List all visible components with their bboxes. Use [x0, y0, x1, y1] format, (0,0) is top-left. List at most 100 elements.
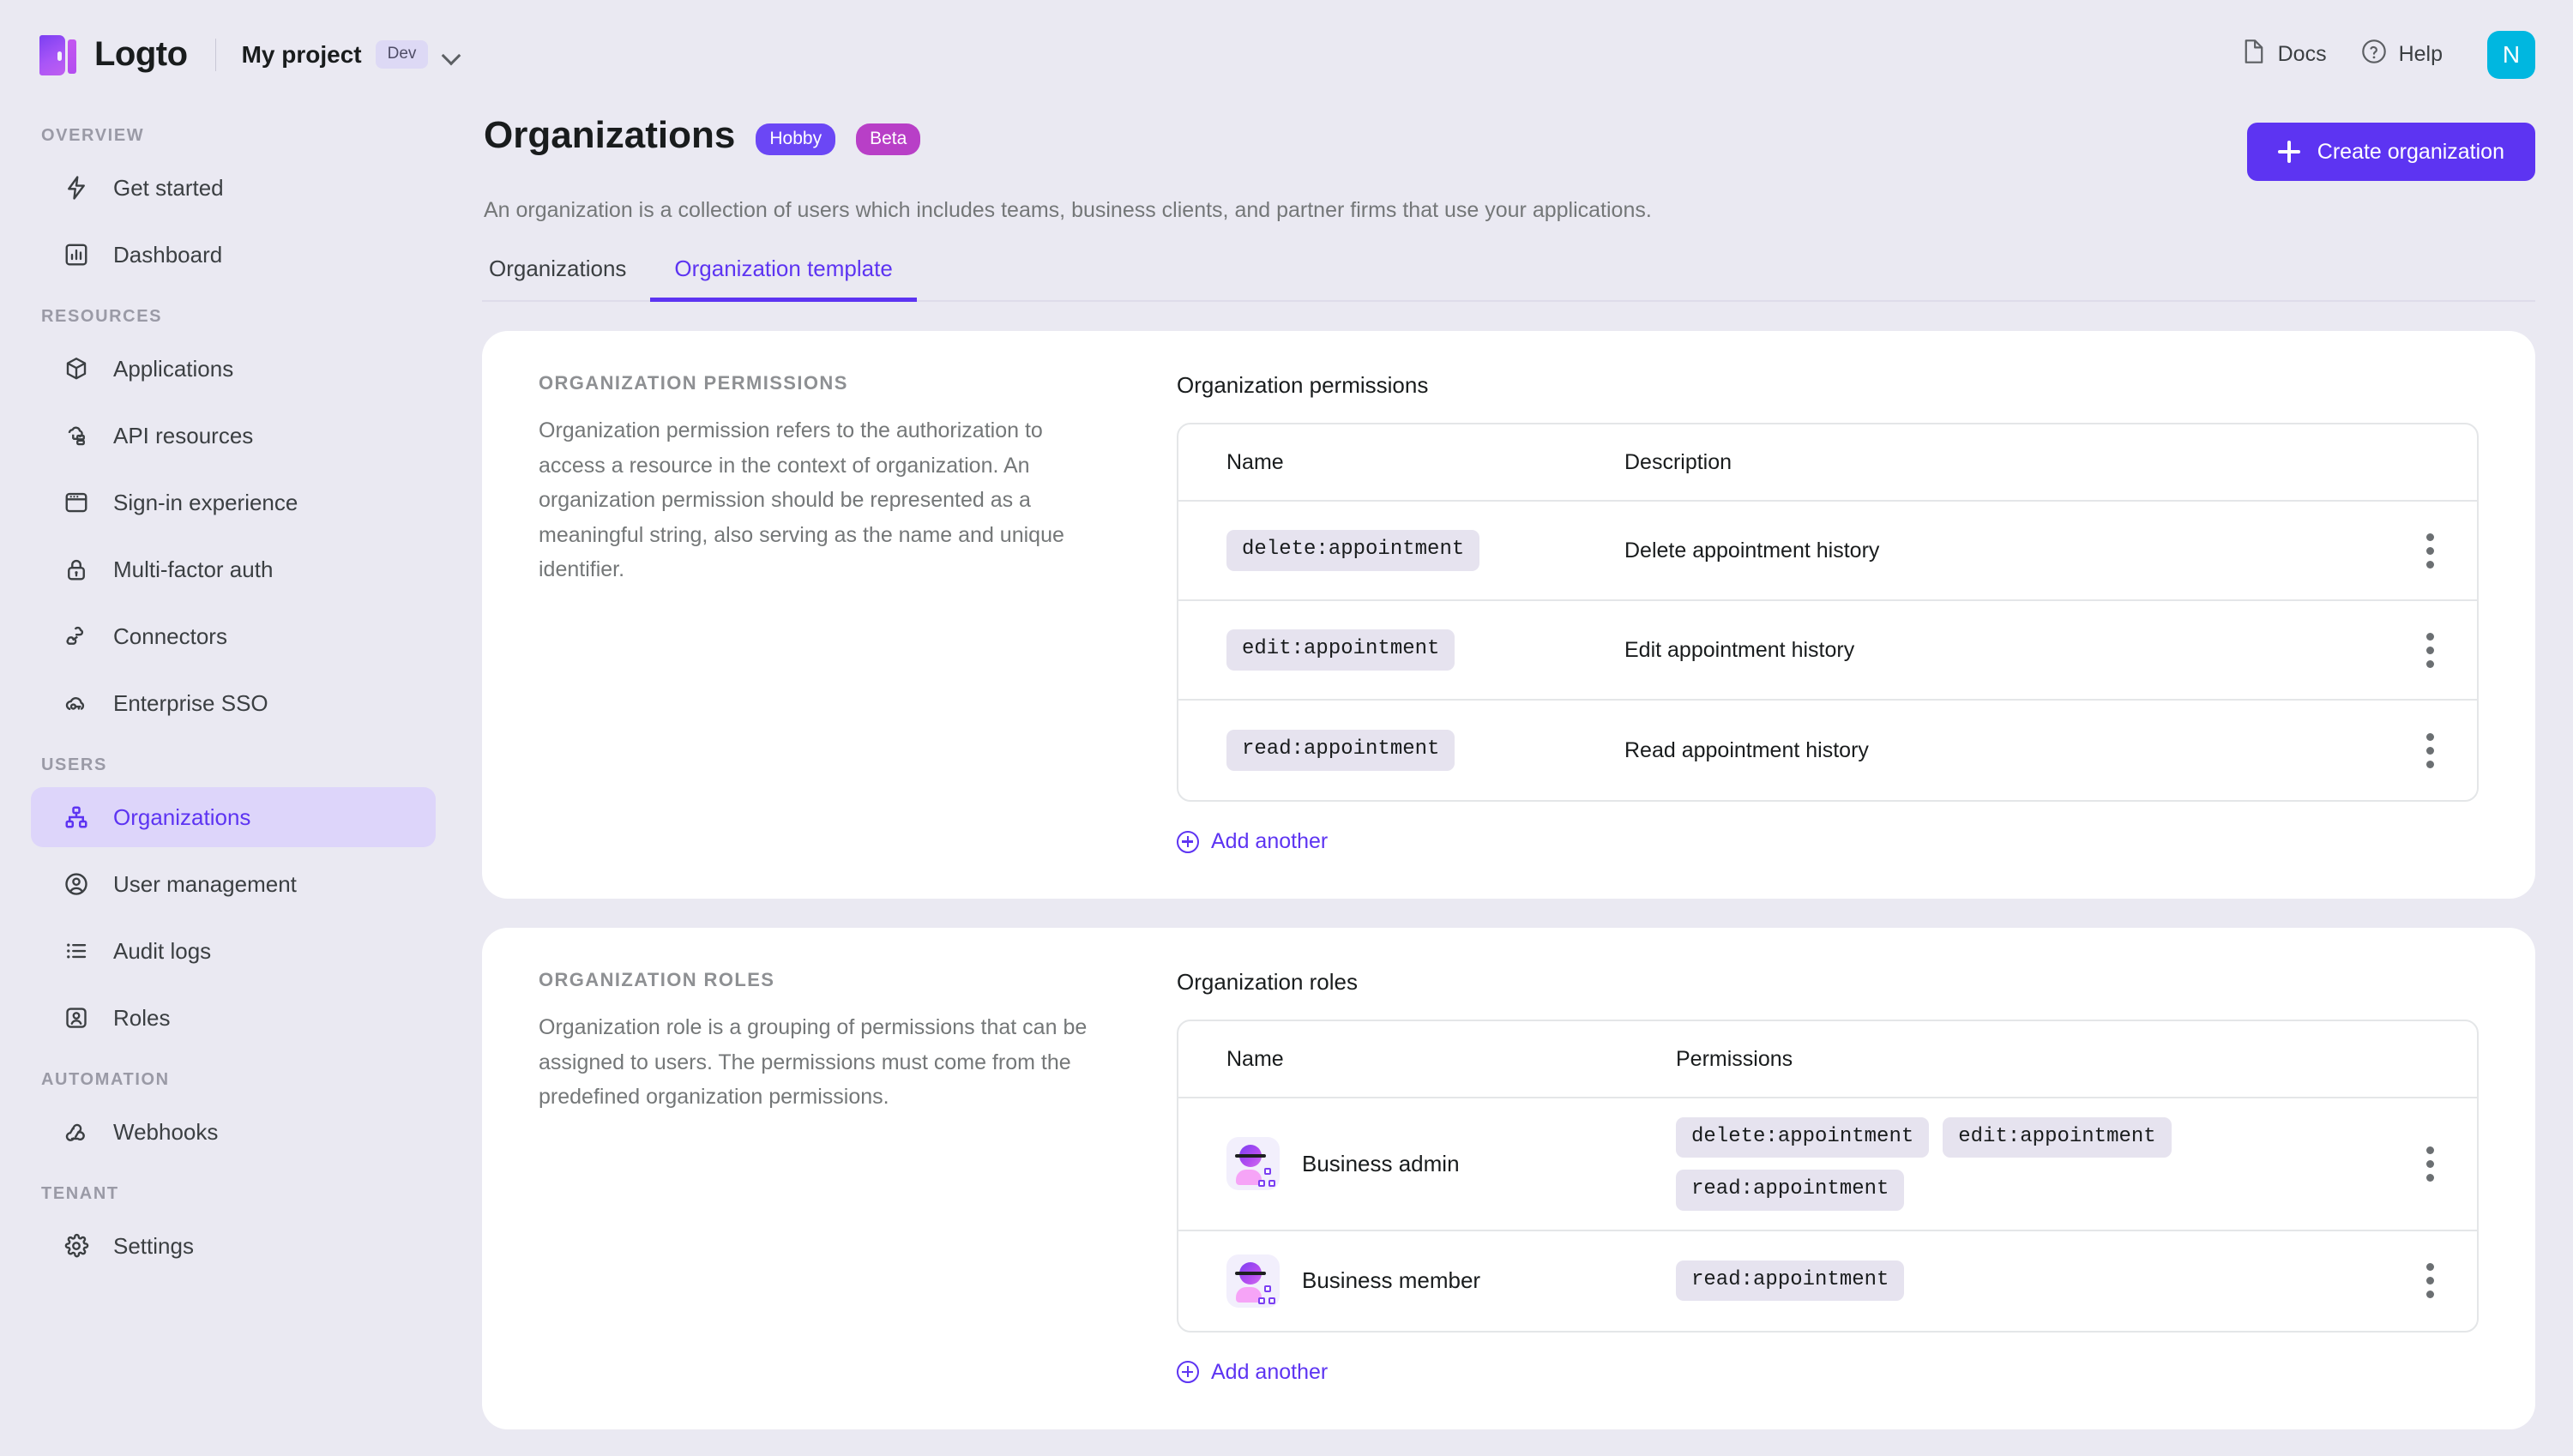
page-subtitle: An organization is a collection of users… — [484, 198, 1652, 222]
docs-link[interactable]: Docs — [2242, 39, 2327, 70]
main-content: Organizations Hobby Beta Create organiza… — [463, 109, 2573, 1456]
role-avatar-icon — [1226, 1254, 1280, 1308]
brand-logo[interactable]: Logto — [39, 33, 188, 76]
sidebar-nav: OVERVIEW Get started Dashboard RESOURCES… — [0, 109, 463, 1456]
permission-name: delete:appointment — [1226, 530, 1480, 571]
tab-organization-template[interactable]: Organization template — [650, 256, 917, 302]
gear-icon — [62, 1231, 91, 1260]
organization-roles-card: ORGANIZATION ROLES Organization role is … — [482, 928, 2535, 1429]
permissions-table: Name Description delete:appointment Dele… — [1177, 423, 2479, 802]
sidebar-item-label: Get started — [113, 174, 224, 201]
row-menu-icon[interactable] — [2416, 726, 2443, 775]
sidebar-item-api-resources[interactable]: API resources — [31, 406, 436, 466]
sidebar-item-settings[interactable]: Settings — [31, 1216, 436, 1276]
sidebar-item-organizations[interactable]: Organizations — [31, 787, 436, 847]
sidebar-item-audit-logs[interactable]: Audit logs — [31, 921, 436, 981]
roles-side-description: Organization role is a grouping of permi… — [539, 1015, 1088, 1109]
permissions-table-title: Organization permissions — [1177, 372, 1429, 398]
cloud-key-icon — [62, 689, 91, 718]
roles-table-title: Organization roles — [1177, 969, 1358, 995]
top-bar: Logto My project Dev Docs Help N — [0, 0, 2573, 109]
role-permission-chip: read:appointment — [1676, 1260, 1905, 1302]
bolt-icon — [62, 173, 91, 202]
row-menu-icon[interactable] — [2416, 1256, 2443, 1305]
sidebar-item-webhooks[interactable]: Webhooks — [31, 1102, 436, 1162]
table-header-row: Name Description — [1178, 424, 2477, 502]
table-row[interactable]: delete:appointment Delete appointment hi… — [1178, 502, 2477, 601]
badge-person-icon — [62, 1003, 91, 1032]
sidebar-item-label: Audit logs — [113, 937, 212, 964]
sidebar-section-users: USERS — [41, 755, 107, 774]
chevron-down-icon — [442, 45, 461, 64]
list-icon — [62, 936, 91, 966]
roles-side-title: ORGANIZATION ROLES — [539, 969, 775, 990]
question-circle-icon — [2361, 39, 2387, 70]
document-icon — [2242, 39, 2266, 70]
sidebar-section-resources: RESOURCES — [41, 307, 163, 326]
lock-icon — [62, 555, 91, 584]
role-permission-list: delete:appointment edit:appointment read… — [1676, 1098, 2365, 1230]
create-organization-label: Create organization — [2317, 139, 2504, 164]
add-another-label: Add another — [1211, 1359, 1329, 1384]
connector-icon — [62, 622, 91, 651]
sidebar-item-get-started[interactable]: Get started — [31, 158, 436, 218]
add-another-role-button[interactable]: Add another — [1177, 1360, 2479, 1385]
sidebar-item-user-management[interactable]: User management — [31, 854, 436, 914]
sidebar-item-label: Enterprise SSO — [113, 689, 268, 716]
plus-icon — [2277, 141, 2300, 163]
project-name: My project — [241, 40, 362, 68]
plus-circle-icon — [1177, 830, 1199, 853]
help-link[interactable]: Help — [2361, 39, 2443, 70]
column-header-permissions: Permissions — [1676, 1046, 1793, 1071]
sidebar-item-label: Webhooks — [113, 1118, 219, 1145]
permissions-table-block: Organization permissions Name Descriptio… — [1177, 372, 2479, 854]
sidebar-item-label: Sign-in experience — [113, 489, 298, 515]
permissions-description-block: ORGANIZATION PERMISSIONS Organization pe… — [539, 372, 1177, 854]
sidebar-item-dashboard[interactable]: Dashboard — [31, 225, 436, 285]
add-another-permission-button[interactable]: Add another — [1177, 829, 2479, 854]
organization-permissions-card: ORGANIZATION PERMISSIONS Organization pe… — [482, 331, 2535, 899]
sidebar-item-applications[interactable]: Applications — [31, 339, 436, 399]
permission-description: Read appointment history — [1624, 737, 1869, 762]
role-permission-list: read:appointment — [1676, 1242, 2365, 1320]
table-row[interactable]: Business member read:appointment — [1178, 1231, 2477, 1331]
divider — [214, 38, 216, 71]
sidebar-item-label: Connectors — [113, 623, 227, 649]
row-menu-icon[interactable] — [2416, 626, 2443, 675]
window-icon — [62, 488, 91, 517]
column-header-name: Name — [1226, 1046, 1284, 1071]
role-name: Business member — [1302, 1267, 1481, 1294]
role-avatar-icon — [1226, 1137, 1280, 1191]
tab-organizations[interactable]: Organizations — [482, 256, 650, 302]
sidebar-item-roles[interactable]: Roles — [31, 988, 436, 1048]
roles-description-block: ORGANIZATION ROLES Organization role is … — [539, 969, 1177, 1385]
table-row[interactable]: edit:appointment Edit appointment histor… — [1178, 601, 2477, 701]
role-permission-chip: delete:appointment — [1676, 1117, 1930, 1158]
table-row[interactable]: Business admin delete:appointment edit:a… — [1178, 1098, 2477, 1231]
column-header-description: Description — [1624, 449, 1732, 474]
row-menu-icon[interactable] — [2416, 526, 2443, 575]
cube-icon — [62, 354, 91, 383]
sidebar-item-multi-factor-auth[interactable]: Multi-factor auth — [31, 539, 436, 599]
org-chart-icon — [62, 803, 91, 832]
status-badge-beta: Beta — [856, 123, 921, 155]
add-another-label: Add another — [1211, 829, 1329, 853]
project-switcher[interactable]: My project Dev — [242, 40, 461, 69]
sidebar-section-automation: AUTOMATION — [41, 1070, 170, 1089]
sidebar-item-label: API resources — [113, 422, 254, 448]
table-row[interactable]: read:appointment Read appointment histor… — [1178, 701, 2477, 800]
user-avatar[interactable]: N — [2487, 30, 2535, 79]
create-organization-button[interactable]: Create organization — [2246, 123, 2535, 181]
row-menu-icon[interactable] — [2416, 1140, 2443, 1188]
user-circle-icon — [62, 869, 91, 899]
sidebar-item-sign-in-experience[interactable]: Sign-in experience — [31, 472, 436, 532]
permissions-side-title: ORGANIZATION PERMISSIONS — [539, 372, 848, 394]
sidebar-item-connectors[interactable]: Connectors — [31, 606, 436, 666]
webhook-icon — [62, 1117, 91, 1146]
sidebar-section-overview: OVERVIEW — [41, 126, 145, 145]
sidebar-item-enterprise-sso[interactable]: Enterprise SSO — [31, 673, 436, 733]
column-header-name: Name — [1226, 449, 1284, 474]
table-header-row: Name Permissions — [1178, 1021, 2477, 1098]
permission-description: Edit appointment history — [1624, 637, 1855, 662]
sidebar-item-label: Multi-factor auth — [113, 556, 274, 582]
